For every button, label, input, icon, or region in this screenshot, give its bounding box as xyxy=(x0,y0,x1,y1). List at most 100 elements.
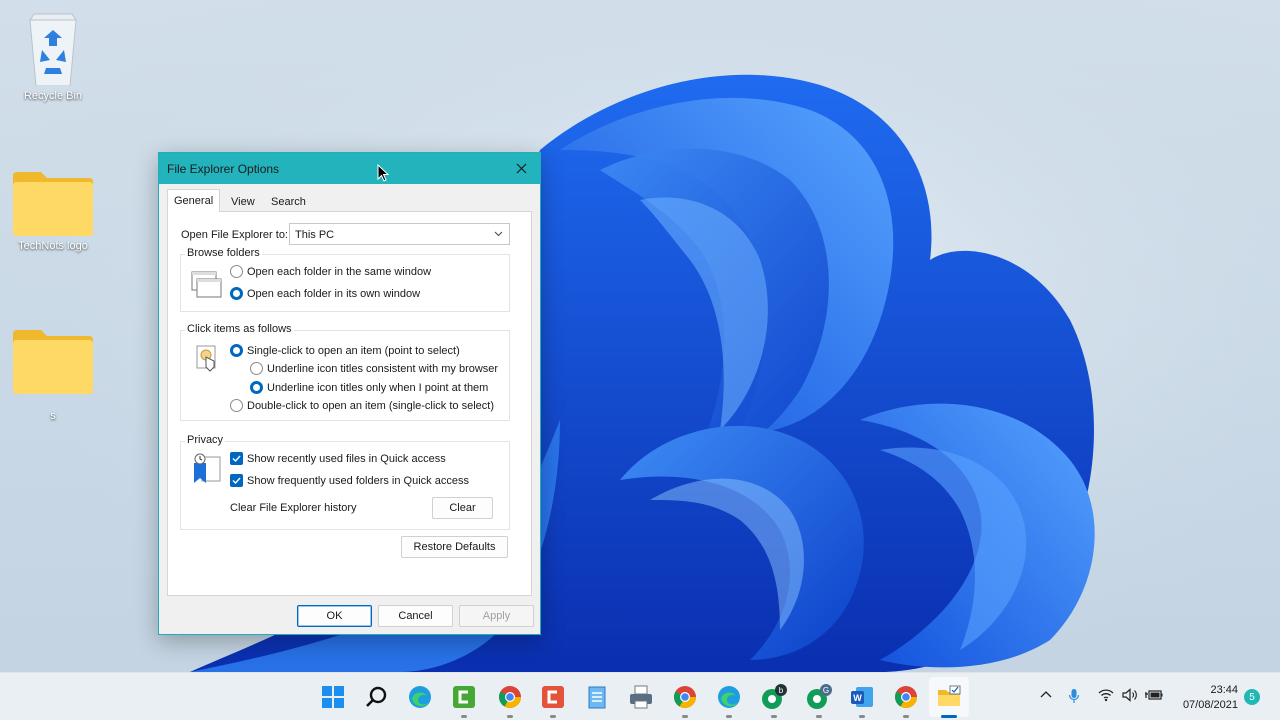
running-indicator xyxy=(507,715,513,718)
taskbar: b G W 23:44 07/08/2021 5 xyxy=(0,672,1280,720)
ok-button[interactable]: OK xyxy=(297,605,372,627)
open-to-dropdown[interactable]: This PC xyxy=(289,223,510,245)
chrome-icon[interactable] xyxy=(672,684,698,710)
dialog-titlebar[interactable]: File Explorer Options xyxy=(159,153,540,184)
battery-plug-icon[interactable] xyxy=(1145,688,1163,702)
privacy-group: Privacy Show recently used files in Quic… xyxy=(180,434,510,530)
clear-history-label: Clear File Explorer history xyxy=(230,502,357,514)
radio-button-selected[interactable] xyxy=(230,344,243,357)
tab-view[interactable]: View xyxy=(225,191,261,211)
radio-same-window-label: Open each folder in the same window xyxy=(247,265,432,278)
running-indicator xyxy=(726,715,732,718)
radio-button[interactable] xyxy=(230,399,243,412)
radio-button[interactable] xyxy=(230,265,243,278)
edge-icon[interactable] xyxy=(407,684,433,710)
privacy-title: Privacy xyxy=(185,434,226,446)
folder-icon xyxy=(13,330,93,394)
radio-underline-browser-label: Underline icon titles consistent with my… xyxy=(267,362,499,375)
radio-single-click-label: Single-click to open an item (point to s… xyxy=(247,344,460,357)
desktop-icon-recycle-bin[interactable]: Recycle Bin xyxy=(8,6,98,102)
clock-time: 23:44 xyxy=(1210,684,1238,696)
tab-general[interactable]: General xyxy=(167,189,221,212)
taskbar-clock[interactable]: 23:44 07/08/2021 xyxy=(1183,683,1238,713)
mouse-cursor-icon xyxy=(377,164,389,182)
chevron-down-icon xyxy=(494,231,503,237)
radio-double-click-label: Double-click to open an item (single-cli… xyxy=(247,399,494,412)
click-items-title: Click items as follows xyxy=(185,323,294,335)
browse-folders-group: Browse folders Open each folder in the s… xyxy=(180,247,510,312)
chrome-icon[interactable] xyxy=(893,684,919,710)
windows-icon xyxy=(191,271,222,298)
radio-button-selected[interactable] xyxy=(230,287,243,300)
checkbox-checked[interactable] xyxy=(230,452,243,465)
word-icon[interactable]: W xyxy=(849,684,875,710)
clock-date: 07/08/2021 xyxy=(1182,699,1238,711)
wifi-icon[interactable] xyxy=(1098,688,1114,702)
desktop-icon-label: TechNots logo xyxy=(18,240,88,252)
running-indicator xyxy=(771,715,777,718)
notification-badge[interactable]: 5 xyxy=(1244,689,1260,705)
running-indicator xyxy=(816,715,822,718)
click-items-group: Click items as follows Single-click to o… xyxy=(180,323,510,421)
cancel-button[interactable]: Cancel xyxy=(378,605,453,627)
microphone-icon[interactable] xyxy=(1068,688,1080,704)
dialog-title: File Explorer Options xyxy=(167,162,280,176)
recycle-bin-icon xyxy=(29,13,77,86)
radio-same-window[interactable]: Open each folder in the same window xyxy=(230,265,431,278)
checkmark-icon xyxy=(232,477,241,484)
checkbox-frequent-folders-label: Show frequently used folders in Quick ac… xyxy=(247,474,469,487)
running-indicator xyxy=(903,715,909,718)
search-icon[interactable] xyxy=(364,684,390,710)
checkbox-checked[interactable] xyxy=(230,474,243,487)
checkbox-frequent-folders[interactable]: Show frequently used folders in Quick ac… xyxy=(230,474,469,487)
close-icon xyxy=(516,163,526,174)
radio-button-selected[interactable] xyxy=(250,381,263,394)
open-to-value: This PC xyxy=(295,229,335,241)
svg-text:W: W xyxy=(853,693,862,703)
radio-underline-point-label: Underline icon titles only when I point … xyxy=(267,381,489,394)
radio-own-window-label: Open each folder in its own window xyxy=(247,287,421,300)
snagit-icon[interactable] xyxy=(540,684,566,710)
edge-icon[interactable] xyxy=(716,684,742,710)
clear-button[interactable]: Clear xyxy=(432,497,493,519)
chevron-up-icon[interactable] xyxy=(1040,688,1052,702)
checkmark-icon xyxy=(232,455,241,462)
close-button[interactable] xyxy=(502,153,540,184)
chrome-icon[interactable] xyxy=(497,684,523,710)
running-indicator xyxy=(859,715,865,718)
radio-underline-point[interactable]: Underline icon titles only when I point … xyxy=(250,381,488,394)
chrome-profile-b-icon[interactable]: b xyxy=(761,684,787,710)
desktop-icon-label: s xyxy=(50,410,56,422)
browse-folders-title: Browse folders xyxy=(185,247,262,259)
open-to-label: Open File Explorer to: xyxy=(181,229,288,241)
checkbox-recent-files-label: Show recently used files in Quick access xyxy=(247,452,446,465)
restore-defaults-button[interactable]: Restore Defaults xyxy=(401,536,508,558)
checkbox-recent-files[interactable]: Show recently used files in Quick access xyxy=(230,452,446,465)
notepad-icon[interactable] xyxy=(584,684,610,710)
radio-button[interactable] xyxy=(250,362,263,375)
svg-text:G: G xyxy=(823,686,829,695)
radio-underline-browser[interactable]: Underline icon titles consistent with my… xyxy=(250,362,498,375)
running-indicator xyxy=(461,715,467,718)
running-indicator xyxy=(682,715,688,718)
svg-text:b: b xyxy=(779,686,784,695)
start-icon[interactable] xyxy=(320,684,346,710)
tab-search[interactable]: Search xyxy=(265,191,312,211)
apply-button[interactable]: Apply xyxy=(459,605,534,627)
file-explorer-options-dialog: File Explorer Options General View Searc… xyxy=(158,152,541,635)
active-running-indicator xyxy=(941,715,957,718)
pointer-hand-icon xyxy=(196,345,216,372)
radio-double-click[interactable]: Double-click to open an item (single-cli… xyxy=(230,399,494,412)
running-indicator xyxy=(550,715,556,718)
folder-icon xyxy=(13,172,93,236)
radio-single-click[interactable]: Single-click to open an item (point to s… xyxy=(230,344,460,357)
quick-access-icon xyxy=(194,453,221,483)
chrome-profile-g-icon[interactable]: G xyxy=(806,684,832,710)
volume-icon[interactable] xyxy=(1122,688,1138,702)
radio-own-window[interactable]: Open each folder in its own window xyxy=(230,287,420,300)
file-explorer-icon[interactable] xyxy=(936,684,962,710)
print-icon[interactable] xyxy=(628,684,654,710)
camtasia-icon[interactable] xyxy=(451,684,477,710)
desktop-icon-technots-logo[interactable]: TechNots logo xyxy=(8,170,98,252)
desktop-icon-s-folder[interactable]: s xyxy=(8,328,98,422)
